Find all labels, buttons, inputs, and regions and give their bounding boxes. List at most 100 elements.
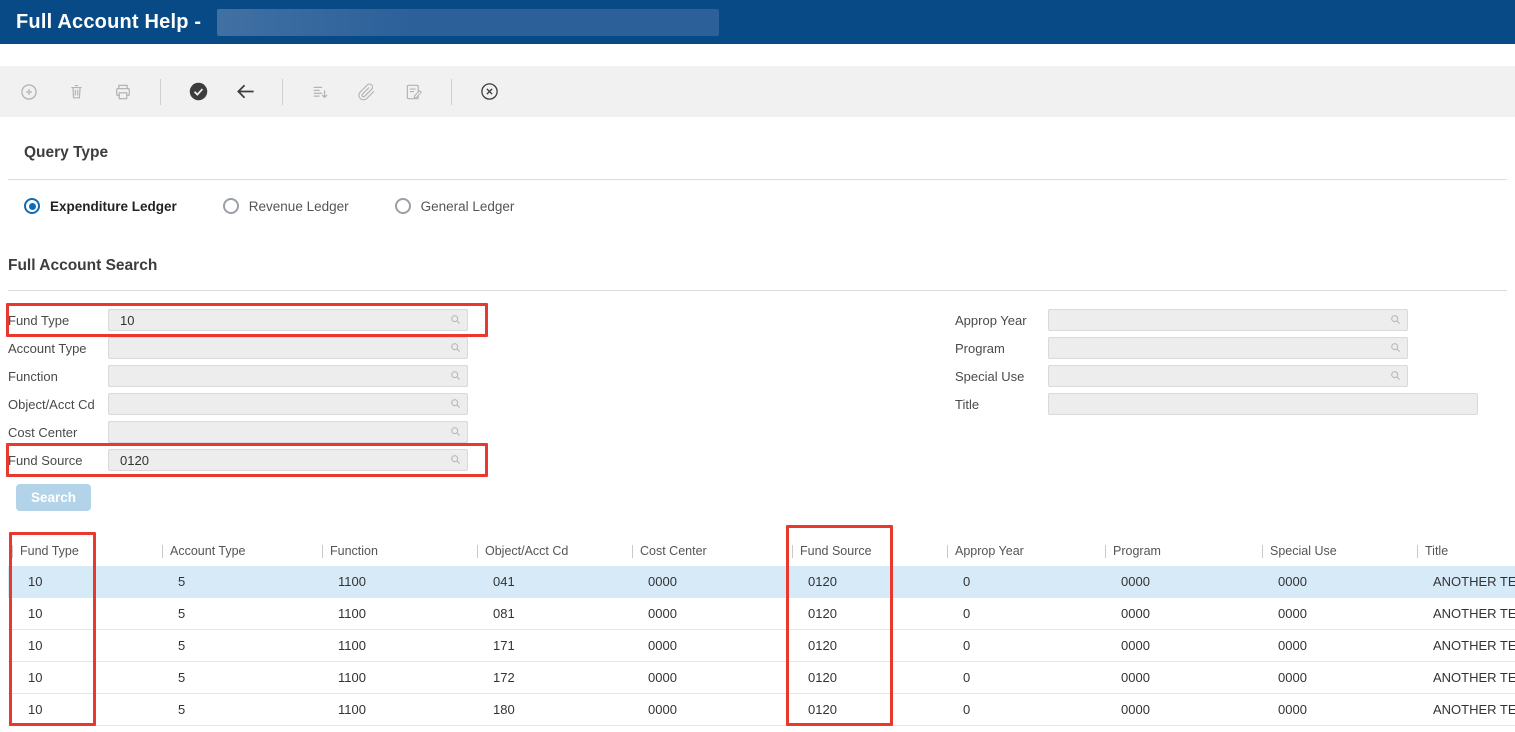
table-cell: 5: [158, 638, 318, 653]
search-button[interactable]: Search: [16, 484, 91, 511]
search-icon: [1389, 369, 1402, 382]
column-header-title[interactable]: Title: [1413, 544, 1515, 558]
radio-option-revenue-ledger[interactable]: Revenue Ledger: [223, 198, 349, 214]
column-separator: [322, 545, 323, 558]
column-header-approp-year[interactable]: Approp Year: [943, 544, 1101, 558]
approve-button[interactable]: [183, 77, 213, 107]
column-header-label: Cost Center: [640, 544, 707, 558]
divider: [8, 290, 1507, 291]
header-gap: [0, 44, 1515, 66]
field-label: Cost Center: [8, 425, 108, 440]
search-icon: [1389, 313, 1402, 326]
table-row-5[interactable]: 105110018000000120000000000ANOTHER TES: [8, 694, 1515, 726]
special-use-input[interactable]: [1048, 365, 1408, 387]
table-cell: 0000: [628, 606, 788, 621]
fund-source-input[interactable]: 0120: [108, 449, 468, 471]
table-cell: 10: [8, 638, 158, 653]
add-button[interactable]: [14, 77, 44, 107]
toolbar: [0, 66, 1515, 117]
field-row-special-use: Special Use: [955, 362, 1478, 390]
radio-label: Expenditure Ledger: [50, 199, 177, 214]
column-header-object-acct-cd[interactable]: Object/Acct Cd: [473, 544, 628, 558]
radio-option-general-ledger[interactable]: General Ledger: [395, 198, 515, 214]
edit-button[interactable]: [399, 77, 429, 107]
title-input[interactable]: [1048, 393, 1478, 415]
radio-icon: [395, 198, 411, 214]
table-cell: 0000: [628, 702, 788, 717]
field-row-cost-center: Cost Center: [8, 418, 1515, 446]
table-cell: 5: [158, 702, 318, 717]
column-header-fund-source[interactable]: Fund Source: [788, 544, 943, 558]
column-header-special-use[interactable]: Special Use: [1258, 544, 1413, 558]
table-cell: 0120: [788, 606, 943, 621]
function-input[interactable]: [108, 365, 468, 387]
add-icon: [19, 82, 39, 102]
column-header-account-type[interactable]: Account Type: [158, 544, 318, 558]
search-icon: [449, 369, 462, 382]
search-icon: [449, 453, 462, 466]
column-header-label: Fund Type: [20, 544, 79, 558]
field-label: Function: [8, 369, 108, 384]
column-header-fund-type[interactable]: Fund Type: [8, 544, 158, 558]
table-row-3[interactable]: 105110017100000120000000000ANOTHER TES: [8, 630, 1515, 662]
search-icon: [449, 313, 462, 326]
table-cell: 180: [473, 702, 628, 717]
back-icon: [234, 80, 257, 103]
table-cell: 5: [158, 670, 318, 685]
column-header-program[interactable]: Program: [1101, 544, 1258, 558]
print-button[interactable]: [108, 77, 138, 107]
column-separator: [162, 545, 163, 558]
table-row-4[interactable]: 105110017200000120000000000ANOTHER TES: [8, 662, 1515, 694]
back-button[interactable]: [230, 77, 260, 107]
radio-option-expenditure-ledger[interactable]: Expenditure Ledger: [24, 198, 177, 214]
field-row-fund-source: Fund Source0120: [8, 446, 1515, 474]
column-header-label: Title: [1425, 544, 1448, 558]
fund-type-input[interactable]: 10: [108, 309, 468, 331]
column-header-cost-center[interactable]: Cost Center: [628, 544, 788, 558]
table-cell: 1100: [318, 638, 473, 653]
search-icon: [449, 425, 462, 438]
table-cell: ANOTHER TES: [1413, 638, 1515, 653]
table-cell: 172: [473, 670, 628, 685]
field-label: Fund Type: [8, 313, 108, 328]
table-cell: 0: [943, 670, 1101, 685]
column-separator: [1262, 545, 1263, 558]
table-cell: 0120: [788, 638, 943, 653]
account-type-input[interactable]: [108, 337, 468, 359]
search-icon: [449, 397, 462, 410]
object-acct-cd-input[interactable]: [108, 393, 468, 415]
table-row-1[interactable]: 105110004100000120000000000ANOTHER TES: [8, 566, 1515, 598]
table-cell: 1100: [318, 670, 473, 685]
delete-button[interactable]: [61, 77, 91, 107]
field-label: Program: [955, 341, 1048, 356]
page-title: Full Account Help -: [16, 11, 207, 34]
table-cell: 0000: [1101, 606, 1258, 621]
table-cell: 0: [943, 574, 1101, 589]
table-cell: ANOTHER TES: [1413, 702, 1515, 717]
export-button[interactable]: [305, 77, 335, 107]
approve-icon: [188, 81, 209, 102]
field-label: Special Use: [955, 369, 1048, 384]
column-separator: [947, 545, 948, 558]
program-input[interactable]: [1048, 337, 1408, 359]
table-cell: 10: [8, 702, 158, 717]
table-cell: 10: [8, 606, 158, 621]
table-cell: 0000: [628, 638, 788, 653]
close-button[interactable]: [474, 77, 504, 107]
table-cell: 5: [158, 606, 318, 621]
cost-center-input[interactable]: [108, 421, 468, 443]
table-cell: 0: [943, 702, 1101, 717]
table-cell: 0120: [788, 574, 943, 589]
column-header-function[interactable]: Function: [318, 544, 473, 558]
column-separator: [632, 545, 633, 558]
column-header-label: Special Use: [1270, 544, 1337, 558]
approp-year-input[interactable]: [1048, 309, 1408, 331]
input-value: 10: [109, 313, 134, 328]
radio-icon: [223, 198, 239, 214]
table-row-2[interactable]: 105110008100000120000000000ANOTHER TES: [8, 598, 1515, 630]
table-cell: 0000: [1258, 638, 1413, 653]
field-label: Fund Source: [8, 453, 108, 468]
search-section-heading: Full Account Search: [8, 256, 1515, 276]
export-icon: [310, 82, 330, 102]
attach-button[interactable]: [352, 77, 382, 107]
